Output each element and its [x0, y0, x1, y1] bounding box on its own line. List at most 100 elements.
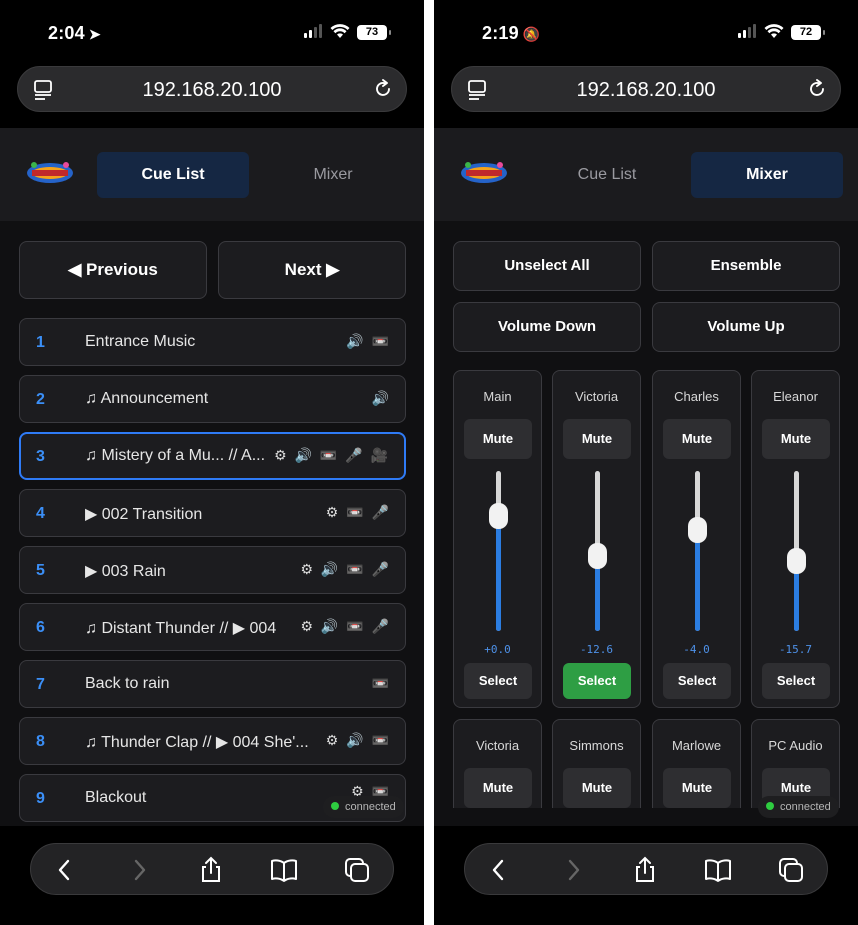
cue-number: 3: [36, 448, 45, 465]
app-header: Cue List Mixer: [0, 128, 424, 221]
reload-icon[interactable]: [806, 78, 828, 100]
channel-strip: Main Mute +0.0 Select: [453, 370, 542, 708]
cue-number: 6: [36, 619, 45, 636]
mute-button[interactable]: Mute: [563, 419, 631, 459]
back-icon[interactable]: [51, 856, 79, 884]
channel-name: PC Audio: [768, 738, 823, 753]
share-icon[interactable]: [197, 856, 225, 884]
cue-name: ♫ Distant Thunder // ▶ 004: [85, 620, 277, 637]
select-button[interactable]: Select: [663, 663, 731, 699]
mute-button[interactable]: Mute: [464, 419, 532, 459]
cue-type-icons: ⚙ 🔊 📼 🎤: [300, 618, 391, 634]
connection-label: connected: [780, 801, 831, 813]
next-button[interactable]: Next ▶: [218, 241, 406, 299]
cue-row[interactable]: 7 Back to rain 📼: [19, 660, 406, 708]
fader-knob[interactable]: [688, 517, 707, 544]
cue-row[interactable]: 8 ♫ Thunder Clap // ▶ 004 She'... ⚙ 🔊 📼: [19, 717, 406, 765]
fader-track[interactable]: [695, 471, 700, 631]
cue-name: ♫ Thunder Clap // ▶ 004 She'...: [85, 734, 309, 751]
mute-button[interactable]: Mute: [762, 419, 830, 459]
tabs-icon[interactable]: [343, 856, 371, 884]
tab-cue-list[interactable]: Cue List: [531, 152, 683, 198]
status-bar: 2:04 ➤ 73: [0, 0, 424, 62]
select-button[interactable]: Select: [464, 663, 532, 699]
app-header: Cue List Mixer: [434, 128, 858, 221]
bookmarks-icon[interactable]: [704, 856, 732, 884]
screenshot-divider: [424, 0, 434, 925]
cue-row[interactable]: 1 Entrance Music 🔊 📼: [19, 318, 406, 366]
mute-button[interactable]: Mute: [464, 768, 532, 808]
cue-name: ♫ Mistery of a Mu... // A...: [85, 447, 266, 464]
cue-director-logo: [27, 162, 73, 183]
fader-knob[interactable]: [787, 547, 806, 574]
fader-db-value: -4.0: [683, 643, 710, 656]
channel-name: Simmons: [569, 738, 624, 753]
phone-cue-list: 2:04 ➤ 73 192.168.20.100 Cue List Mixer …: [0, 0, 424, 925]
forward-icon[interactable]: [559, 856, 587, 884]
cue-type-icons: 📼: [371, 675, 391, 691]
mute-button[interactable]: Mute: [663, 419, 731, 459]
wifi-icon: [764, 24, 784, 38]
select-button[interactable]: Select: [563, 663, 631, 699]
channel-strip: Charles Mute -4.0 Select: [652, 370, 741, 708]
fader-knob[interactable]: [489, 502, 508, 529]
channel-name: Victoria: [574, 389, 619, 404]
mute-button[interactable]: Mute: [663, 768, 731, 808]
mute-button[interactable]: Mute: [563, 768, 631, 808]
battery-icon: 72: [791, 25, 825, 40]
signal-icon: [738, 24, 756, 38]
battery-icon: 73: [357, 25, 391, 40]
fader-track[interactable]: [496, 471, 501, 631]
cue-row-active[interactable]: 3 ♫ Mistery of a Mu... // A... ⚙ 🔊 📼 🎤 🎥: [19, 432, 406, 480]
address-bar[interactable]: 192.168.20.100: [17, 66, 407, 112]
select-button[interactable]: Select: [762, 663, 830, 699]
cue-row[interactable]: 5 ▶ 003 Rain ⚙ 🔊 📼 🎤: [19, 546, 406, 594]
ensemble-button[interactable]: Ensemble: [652, 241, 840, 291]
previous-button[interactable]: ◀ Previous: [19, 241, 207, 299]
cue-number: 9: [36, 790, 45, 807]
cue-type-icons: ⚙ 🔊 📼 🎤: [300, 561, 391, 577]
status-time: 2:19 🔕: [482, 23, 540, 44]
fader-db-value: -12.6: [579, 643, 614, 656]
tab-mixer[interactable]: Mixer: [257, 152, 409, 198]
channel-name: Victoria: [475, 738, 520, 753]
cue-name: Entrance Music: [85, 333, 196, 350]
browser-address-area: 192.168.20.100: [0, 62, 424, 128]
cue-number: 4: [36, 505, 45, 522]
phone-mixer: 2:19 🔕 72 192.168.20.100 Cue List Mixer …: [434, 0, 858, 925]
channel-name: Main: [483, 389, 512, 404]
cue-row[interactable]: 2 ♫ Announcement 🔊: [19, 375, 406, 423]
address-bar[interactable]: 192.168.20.100: [451, 66, 841, 112]
cue-name: Blackout: [85, 789, 147, 806]
location-arrow-icon: ➤: [88, 26, 101, 42]
cue-row[interactable]: 4 ▶ 002 Transition ⚙ 📼 🎤: [19, 489, 406, 537]
tab-cue-list[interactable]: Cue List: [97, 152, 249, 198]
reload-icon[interactable]: [372, 78, 394, 100]
cue-number: 2: [36, 391, 45, 408]
channel-strip: Eleanor Mute -15.7 Select: [751, 370, 840, 708]
toolbar-capsule: [464, 843, 828, 895]
connection-status: connected: [323, 796, 404, 818]
bookmarks-icon[interactable]: [270, 856, 298, 884]
volume-down-button[interactable]: Volume Down: [453, 302, 641, 352]
connection-status: connected: [758, 796, 839, 818]
cue-number: 7: [36, 676, 45, 693]
status-time: 2:04 ➤: [48, 23, 101, 44]
cue-type-icons: 🔊 📼: [346, 333, 391, 349]
cue-name: Back to rain: [85, 675, 170, 692]
browser-toolbar: [0, 826, 424, 925]
fader-knob[interactable]: [588, 542, 607, 569]
tabs-icon[interactable]: [777, 856, 805, 884]
volume-up-button[interactable]: Volume Up: [652, 302, 840, 352]
back-icon[interactable]: [485, 856, 513, 884]
cue-director-logo: [461, 162, 507, 183]
unselect-all-button[interactable]: Unselect All: [453, 241, 641, 291]
tab-mixer[interactable]: Mixer: [691, 152, 843, 198]
forward-icon[interactable]: [125, 856, 153, 884]
time-text: 2:04: [48, 23, 85, 43]
browser-toolbar: [434, 826, 858, 925]
cue-row[interactable]: 6 ♫ Distant Thunder // ▶ 004 ⚙ 🔊 📼 🎤: [19, 603, 406, 651]
share-icon[interactable]: [631, 856, 659, 884]
connected-dot-icon: [766, 802, 774, 810]
cue-number: 8: [36, 733, 45, 750]
